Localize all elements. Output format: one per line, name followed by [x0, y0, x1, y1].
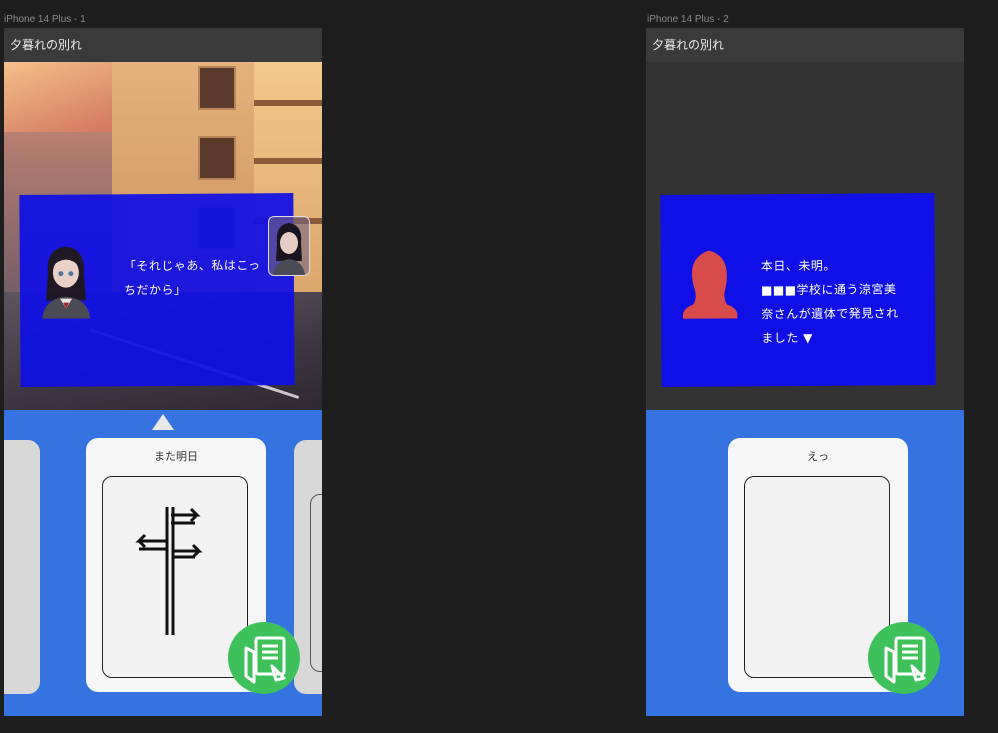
phone-frame-1: 夕暮れの別れ 「それじゃあ、私はこっ ちだから」 また明日 [4, 28, 322, 716]
scene-title: 夕暮れの別れ [4, 28, 322, 62]
card-prev[interactable] [4, 440, 40, 694]
character-portrait [42, 246, 91, 319]
dialog-line: 「それじゃあ、私はこっ [123, 258, 261, 274]
phone-frame-2: 夕暮れの別れ 本日、未明。 ■■■学校に通う涼宮美 奈さんが遺体で発見され まし… [646, 28, 964, 716]
dialog-box[interactable]: 本日、未明。 ■■■学校に通う涼宮美 奈さんが遺体で発見され ました ▼ [660, 193, 936, 387]
signpost-icon [135, 507, 203, 635]
background-scene: 「それじゃあ、私はこっ ちだから」 [4, 62, 322, 410]
write-note-icon [244, 636, 286, 684]
dialog-box[interactable]: 「それじゃあ、私はこっ ちだから」 [19, 193, 295, 387]
card-title: えっ [807, 450, 829, 463]
card-title: また明日 [154, 450, 198, 463]
frame-label-2: iPhone 14 Plus - 2 [647, 14, 729, 25]
dialog-line: ました ▼ [761, 330, 813, 346]
dialog-line: ■■■学校に通う涼宮美 [760, 282, 897, 298]
dialog-line: 奈さんが遺体で発見され [761, 306, 899, 322]
silhouette-icon [682, 250, 738, 319]
background-scene: 本日、未明。 ■■■学校に通う涼宮美 奈さんが遺体で発見され ました ▼ [646, 62, 964, 410]
character-thumbnail[interactable] [268, 216, 310, 276]
scene-title: 夕暮れの別れ [646, 28, 964, 62]
card-hand: えっ [646, 410, 964, 716]
write-button[interactable] [228, 622, 300, 694]
card-art [102, 476, 248, 678]
up-arrow-icon[interactable] [152, 414, 174, 430]
write-button[interactable] [868, 622, 940, 694]
card-hand: また明日 [4, 410, 322, 716]
dialog-line: ちだから」 [123, 282, 187, 298]
frame-label-1: iPhone 14 Plus - 1 [4, 14, 86, 25]
write-note-icon [884, 636, 926, 684]
dialog-line: 本日、未明。 [760, 258, 836, 274]
